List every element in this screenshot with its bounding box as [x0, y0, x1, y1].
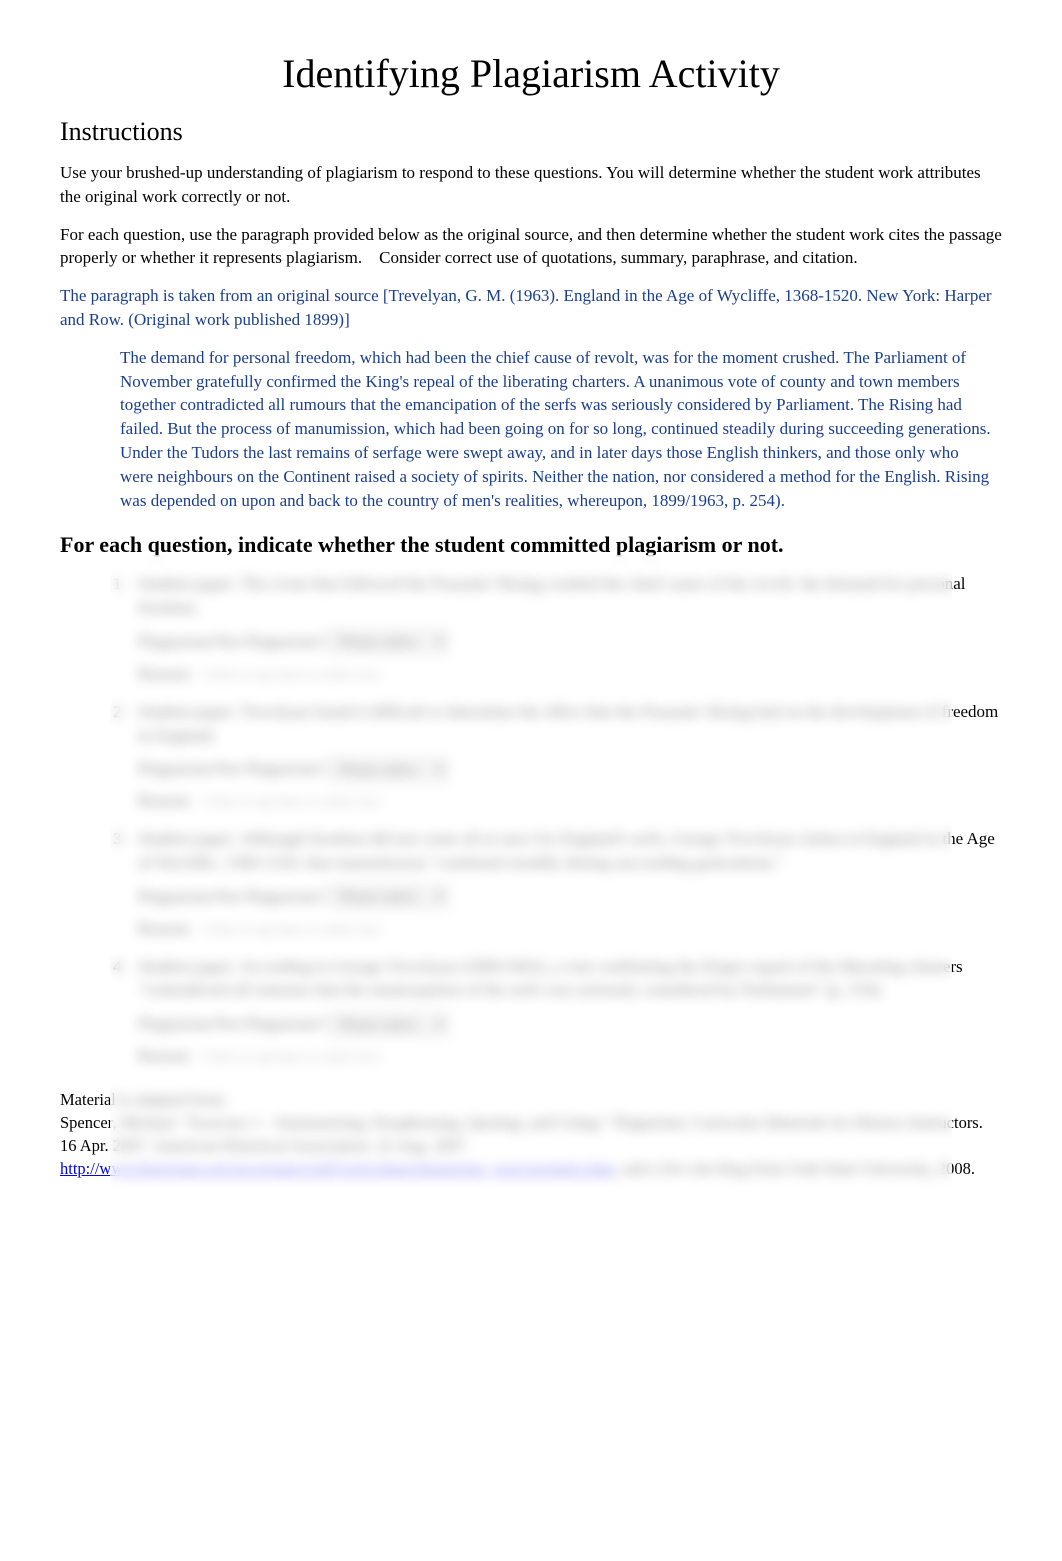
- student-paper-text: Trevelyan found it difficult to determin…: [138, 702, 998, 745]
- instructions-heading: Instructions: [60, 117, 1002, 147]
- student-paper-label: Student paper:: [138, 702, 237, 721]
- intro-paragraph-2: For each question, use the paragraph pro…: [60, 223, 1002, 271]
- reason-label: Reason:: [138, 789, 193, 813]
- question-list: Student paper: The event that followed t…: [130, 572, 1002, 1068]
- plagiarism-label: Plagiarism/Not Plagiarism?: [138, 630, 325, 654]
- plagiarism-label: Plagiarism/Not Plagiarism?: [138, 757, 325, 781]
- student-paper-label: Student paper:: [138, 574, 237, 593]
- question-item: Student paper: The event that followed t…: [130, 572, 1002, 685]
- reason-input[interactable]: Click or tap here to enter text.: [203, 792, 383, 813]
- page-title: Identifying Plagiarism Activity: [60, 50, 1002, 97]
- student-paper-label: Student paper:: [138, 829, 237, 848]
- adapted-link[interactable]: http://www.historians.org/governance/pd/…: [60, 1159, 614, 1178]
- plagiarism-select[interactable]: Please select...: [329, 885, 448, 908]
- student-paper-text: The event that followed the Peasants' Ri…: [138, 574, 965, 617]
- adapted-heading: Material is adapted from:: [60, 1088, 1002, 1111]
- plagiarism-select[interactable]: Please select...: [329, 630, 448, 653]
- question-item: Student paper: Trevelyan found it diffic…: [130, 700, 1002, 813]
- source-citation: The paragraph is taken from an original …: [60, 284, 1002, 332]
- question-prompt-heading: For each question, indicate whether the …: [60, 532, 1002, 558]
- plagiarism-label: Plagiarism/Not Plagiarism?: [138, 1012, 325, 1036]
- plagiarism-label: Plagiarism/Not Plagiarism?: [138, 885, 325, 909]
- adapted-from-block: Material is adapted from: Spencer, Micha…: [60, 1088, 1002, 1180]
- student-paper-label: Student paper:: [138, 957, 237, 976]
- reason-input[interactable]: Click or tap here to enter text.: [203, 1047, 383, 1068]
- reason-label: Reason:: [138, 662, 193, 686]
- student-paper-text: According to George Trevelyan (1899/1963…: [138, 957, 963, 1000]
- plagiarism-select[interactable]: Please select...: [329, 1013, 448, 1036]
- adapted-footer: , and a live site blog from Utah State U…: [614, 1159, 975, 1178]
- intro-paragraph-1: Use your brushed-up understanding of pla…: [60, 161, 1002, 209]
- reason-label: Reason:: [138, 917, 193, 941]
- student-paper-text: Although freedom did not come all at onc…: [138, 829, 995, 872]
- reason-input[interactable]: Click or tap here to enter text.: [203, 920, 383, 941]
- question-item: Student paper: According to George Treve…: [130, 955, 1002, 1068]
- adapted-citation: Spencer, Michael. "Exercise 1 – Summariz…: [60, 1111, 1002, 1157]
- reason-label: Reason:: [138, 1044, 193, 1068]
- plagiarism-select[interactable]: Please select...: [329, 758, 448, 781]
- question-item: Student paper: Although freedom did not …: [130, 827, 1002, 940]
- original-quote: The demand for personal freedom, which h…: [120, 346, 992, 513]
- reason-input[interactable]: Click or tap here to enter text.: [203, 665, 383, 686]
